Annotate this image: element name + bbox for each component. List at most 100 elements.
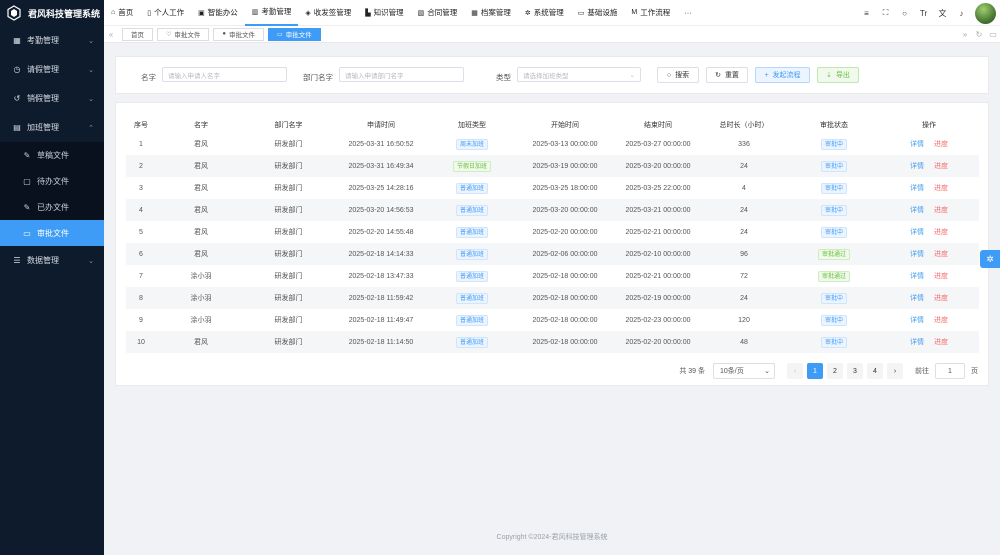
translate-icon[interactable]: 文 [933,8,952,19]
cell-dept: 研发部门 [274,229,303,236]
menu-icon[interactable]: ≡ [857,9,876,18]
page-3[interactable]: 3 [847,363,863,379]
cell-start: 2025-02-18 00:00:00 [532,316,598,324]
font-size-icon[interactable]: Tr [914,9,933,18]
progress-link[interactable]: 进度 [934,141,948,148]
status-badge: 审批中 [820,226,847,238]
page-4[interactable]: 4 [867,363,883,379]
next-page-button[interactable]: › [887,363,903,379]
document-icon: ▭ [277,31,283,38]
page-2[interactable]: 2 [827,363,843,379]
nav-attendance[interactable]: ▥ 考勤管理 [244,0,299,26]
nav-infra[interactable]: ▭ 基础设施 [571,0,625,26]
cell-actions: 详情 进度 [879,265,979,287]
page-size-select[interactable]: 10条/页 ⌄ [713,363,775,379]
sidebar-subitem-approval[interactable]: ▭ 审批文件 [0,220,104,246]
top-navbar: ⌂ 首页 ▯ 个人工作 ▣ 智能办公 ▥ 考勤管理 ◈ 收发签管理 ▙ 知识管理 ▧ 合同管理… [104,0,1000,26]
col-name: 名字 [194,121,208,129]
nav-more[interactable]: ··· [677,0,699,26]
cell-status: 审批通过 [789,265,879,287]
progress-link[interactable]: 进度 [934,273,948,280]
reset-button[interactable]: ↻ 重置 [706,67,748,83]
sidebar-item-attendance[interactable]: ▦ 考勤管理 ⌄ [0,26,104,55]
cell-apply-time: 2025-02-18 11:49:47 [348,316,414,324]
prev-page-button[interactable]: ‹ [787,363,803,379]
detail-link[interactable]: 详情 [910,185,924,192]
nav-system[interactable]: ✲ 系统管理 [518,0,571,26]
cell-type: 节假日加班 [431,155,513,177]
book-icon: ▙ [365,9,371,17]
type-select[interactable]: 请选择加班类型 ⌄ [517,67,641,82]
cell-start: 2025-02-20 00:00:00 [532,228,598,236]
cell-end: 2025-02-21 00:00:00 [625,272,691,280]
cell-start: 2025-03-19 00:00:00 [513,155,617,177]
sidebar-item-data[interactable]: ☰ 数据管理 ⌄ [0,246,104,275]
database-icon: ☰ [13,256,21,265]
detail-link[interactable]: 详情 [910,251,924,258]
start-flow-button[interactable]: + 发起流程 [755,67,810,83]
sidebar-item-overtime[interactable]: ▤ 加班管理 ⌃ [0,113,104,142]
fullscreen-icon[interactable]: ⛶ [876,8,895,18]
goto-page-input[interactable]: 1 [935,363,965,379]
progress-link[interactable]: 进度 [934,229,948,236]
nav-office[interactable]: ▣ 智能办公 [191,0,245,26]
export-button[interactable]: ⇣ 导出 [817,67,859,83]
progress-link[interactable]: 进度 [934,339,948,346]
tabs-right-icon[interactable]: » [958,30,972,39]
nav-workflow[interactable]: M 工作流程 [624,0,677,26]
search-icon[interactable]: ○ [895,9,914,18]
detail-link[interactable]: 详情 [910,339,924,346]
page-1[interactable]: 1 [807,363,823,379]
detail-link[interactable]: 详情 [910,273,924,280]
nav-archive[interactable]: ▦ 档案管理 [464,0,518,26]
cell-hours: 24 [699,287,789,309]
search-icon: ○ [666,71,672,79]
tabs-left-icon[interactable]: « [104,30,118,39]
detail-link[interactable]: 详情 [910,295,924,302]
status-badge: 审批中 [820,182,847,194]
workflow-icon: M [631,9,638,16]
nav-personal[interactable]: ▯ 个人工作 [140,0,191,26]
cell-status: 审批中 [789,331,879,353]
type-tag: 普通加班 [455,336,488,348]
sidebar-subitem-done[interactable]: ✎ 已办文件 [0,194,104,220]
detail-link[interactable]: 详情 [910,229,924,236]
tab-approval-active[interactable]: ▭ 审批文件 [268,27,321,41]
footer: Copyright ©2024-君风科技管理系统 [496,534,608,541]
cell-status: 审批中 [789,221,879,243]
dept-input[interactable]: 请输入申请部门名字 [339,67,464,82]
name-input[interactable]: 请输入申请人名字 [162,67,287,82]
cell-no: 8 [126,287,156,309]
tab-approval-2[interactable]: ● 审批文件 [213,27,265,41]
refresh-icon[interactable]: ↻ [972,30,986,39]
nav-home[interactable]: ⌂ 首页 [104,0,140,26]
tab-menu-icon[interactable]: ▭ [986,30,1000,39]
nav-contract[interactable]: ▧ 合同管理 [411,0,465,26]
detail-link[interactable]: 详情 [910,317,924,324]
sidebar-item-cancel-leave[interactable]: ↺ 销假管理 ⌄ [0,84,104,113]
nav-mail[interactable]: ◈ 收发签管理 [298,0,358,26]
progress-link[interactable]: 进度 [934,207,948,214]
settings-float-icon[interactable]: ✲ [980,250,1000,268]
progress-link[interactable]: 进度 [934,295,948,302]
sidebar-item-leave[interactable]: ◷ 请假管理 ⌄ [0,55,104,84]
status-badge: 审批中 [820,292,847,304]
progress-link[interactable]: 进度 [934,185,948,192]
sidebar-subitem-draft[interactable]: ✎ 草稿文件 [0,142,104,168]
user-file-icon: ▯ [147,9,152,17]
tab-approval-1[interactable]: ♡ 审批文件 [157,27,210,41]
data-table: 序号 名字 部门名字 申请时间 加班类型 开始时间 结束时间 总时长（小时） 审… [126,116,979,353]
progress-link[interactable]: 进度 [934,317,948,324]
sidebar-subitem-todo[interactable]: ▢ 待办文件 [0,168,104,194]
bell-icon[interactable]: ♪ [952,9,971,18]
monitor-icon: ▭ [577,9,585,17]
avatar[interactable] [975,2,996,24]
detail-link[interactable]: 详情 [910,163,924,170]
tab-home[interactable]: 首页 [122,27,153,41]
progress-link[interactable]: 进度 [934,163,948,170]
nav-knowledge[interactable]: ▙ 知识管理 [358,0,410,26]
progress-link[interactable]: 进度 [934,251,948,258]
detail-link[interactable]: 详情 [910,141,924,148]
detail-link[interactable]: 详情 [910,207,924,214]
search-button[interactable]: ○ 搜索 [657,67,699,83]
